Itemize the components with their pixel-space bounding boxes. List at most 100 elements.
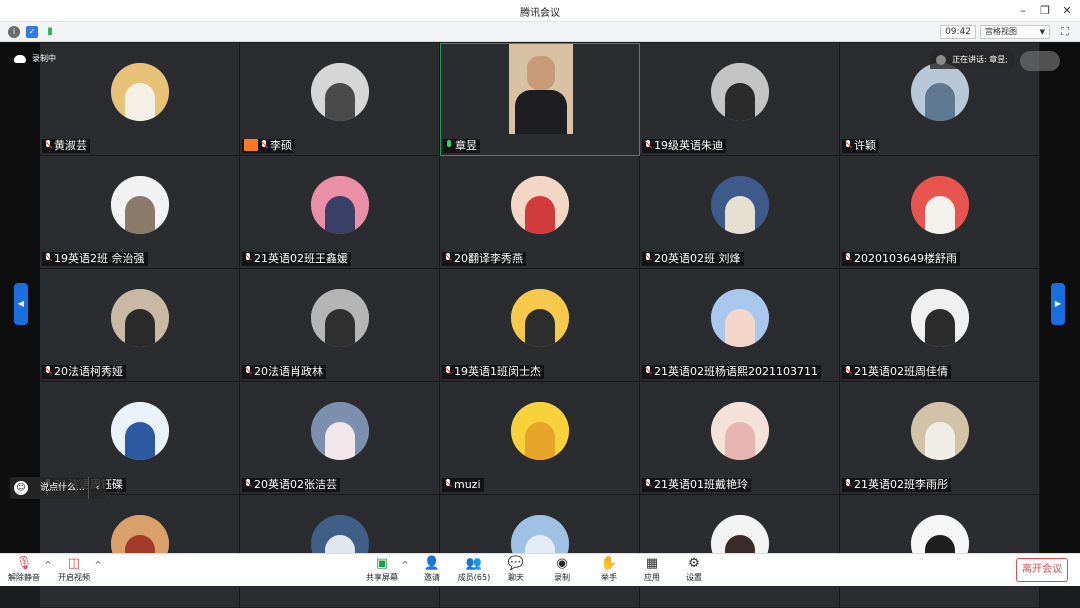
bottom-control-bar: 🎙 解除静音 ^ ◫ 开启视频 ^ ▣ 共享屏幕 ^ 👤 邀请 👥 成员(65)… (0, 553, 1080, 586)
participant-tile[interactable]: 19英语2班 佘治强 (40, 156, 240, 269)
participant-tile[interactable]: 20法语柯秀娅 (40, 269, 240, 382)
mic-muted-icon (444, 479, 452, 489)
participant-tile[interactable] (40, 495, 240, 608)
next-page-button[interactable]: ▶ (1051, 283, 1065, 325)
shield-icon[interactable]: ✓ (26, 26, 38, 38)
participant-avatar (711, 289, 769, 347)
mic-muted-icon (260, 140, 268, 150)
raise-hand-button[interactable]: ✋ 举手 (589, 556, 629, 586)
leave-meeting-button[interactable]: 离开会议 (1016, 558, 1068, 582)
share-screen-icon: ▣ (375, 556, 389, 571)
camera-off-icon: ◫ (67, 556, 81, 571)
participant-tile[interactable]: 黄淑芸 (40, 43, 240, 156)
participant-tile[interactable]: 20翻译李秀燕 (440, 156, 640, 269)
hand-icon: ✋ (600, 556, 618, 571)
participant-avatar (711, 402, 769, 460)
participant-nametag: muzi (442, 478, 484, 492)
invite-label: 邀请 (424, 573, 440, 582)
audio-options-chevron-icon[interactable]: ^ (43, 560, 53, 569)
participant-avatar (711, 63, 769, 121)
participant-nametag: 20英语02张洁芸 (242, 478, 340, 492)
participant-avatar (511, 289, 569, 347)
raise-hand-label: 举手 (601, 573, 617, 582)
participant-name: 21英语02班李雨彤 (854, 478, 948, 491)
apps-button[interactable]: ▦ 应用 (632, 556, 672, 586)
participant-tile[interactable]: 21英语01班戴艳玲 (640, 382, 840, 495)
share-options-chevron-icon[interactable]: ^ (400, 560, 410, 569)
record-button[interactable]: ◉ 录制 (542, 556, 582, 586)
video-options-chevron-icon[interactable]: ^ (93, 560, 103, 569)
mic-muted-icon (644, 140, 652, 150)
participant-name: 19英语2班 佘治强 (54, 252, 145, 265)
participant-nametag: 20翻译李秀燕 (442, 252, 526, 266)
chat-placeholder: 说点什么... (40, 483, 85, 493)
participant-avatar (111, 63, 169, 121)
participant-avatar (911, 63, 969, 121)
participant-tile[interactable]: 章昱 (440, 43, 640, 156)
participant-name: 21英语02班周佳倩 (854, 365, 948, 378)
participant-avatar (511, 176, 569, 234)
participant-avatar (311, 63, 369, 121)
participant-tile[interactable]: 21英语02班杨语熙2021103711 (640, 269, 840, 382)
start-video-button[interactable]: ◫ 开启视频 (54, 556, 94, 586)
mic-muted-icon (844, 253, 852, 263)
participant-tile[interactable]: 19英语1班闵士杰 (440, 269, 640, 382)
meeting-toolbar: i ✓ ▮ 09:42 宫格视图 ▼ ⛶ (0, 22, 1080, 42)
unmute-button[interactable]: 🎙 解除静音 (4, 556, 44, 586)
participant-tile[interactable] (440, 495, 640, 608)
participant-nametag: 21英语01班戴艳玲 (642, 478, 751, 492)
participant-nametag: 2020103649楼舒雨 (842, 252, 960, 266)
speaking-label: 正在讲话: 章昱; (952, 55, 1008, 64)
speaking-indicator: 正在讲话: 章昱; (930, 51, 1014, 69)
participant-nametag: 19英语2班 佘治强 (42, 252, 148, 266)
participant-tile[interactable]: 2020103649楼舒雨 (840, 156, 1040, 269)
members-icon: 👥 (465, 556, 483, 571)
mic-muted-icon (644, 366, 652, 376)
participant-tile[interactable]: 20法语肖政林 (240, 269, 440, 382)
window-title: 腾讯会议 (520, 8, 560, 19)
participant-avatar (311, 402, 369, 460)
participant-tile[interactable]: 20英语02班 刘烽 (640, 156, 840, 269)
info-icon[interactable]: i (8, 26, 20, 38)
chat-button[interactable]: 💬 聊天 (496, 556, 536, 586)
minimize-icon[interactable]: – (1014, 2, 1032, 20)
fullscreen-icon[interactable]: ⛶ (1058, 25, 1072, 39)
participant-name: 19英语1班闵士杰 (454, 365, 541, 378)
mic-muted-icon (244, 253, 252, 263)
participant-tile[interactable]: 19级英语朱迪 (640, 43, 840, 156)
mic-muted-icon (844, 140, 852, 150)
participant-tile[interactable]: 20英语02张洁芸 (240, 382, 440, 495)
invite-button[interactable]: 👤 邀请 (412, 556, 452, 586)
participant-avatar (911, 402, 969, 460)
participant-tile[interactable]: 李硕 (240, 43, 440, 156)
settings-label: 设置 (686, 573, 702, 582)
close-icon[interactable]: ✕ (1058, 2, 1076, 20)
view-switch-button[interactable]: 宫格视图 ▼ (980, 25, 1050, 39)
prev-page-button[interactable]: ◀ (14, 283, 28, 325)
participant-name: 19级英语朱迪 (654, 139, 723, 152)
signal-icon[interactable]: ▮ (44, 26, 56, 38)
share-screen-button[interactable]: ▣ 共享屏幕 (362, 556, 402, 586)
participant-tile[interactable] (840, 495, 1040, 608)
participant-tile[interactable]: 21英语02班王鑫媛 (240, 156, 440, 269)
participant-nametag: 19英语1班闵士杰 (442, 365, 544, 379)
participant-tile[interactable] (640, 495, 840, 608)
participant-name: 21英语02班杨语熙2021103711 (654, 365, 818, 378)
participant-tile[interactable] (240, 495, 440, 608)
maximize-icon[interactable]: ❐ (1036, 2, 1054, 20)
members-button[interactable]: 👥 成员(65) (454, 556, 494, 586)
participant-name: 20法语肖政林 (254, 365, 323, 378)
participant-nametag: 20法语柯秀娅 (42, 365, 126, 379)
participant-tile[interactable]: muzi (440, 382, 640, 495)
settings-button[interactable]: ⚙ 设置 (674, 556, 714, 586)
participant-avatar (311, 289, 369, 347)
participant-tile[interactable]: 21英语02班周佳倩 (840, 269, 1040, 382)
quick-chat-input[interactable]: ☺ 说点什么... ‹ (10, 477, 106, 499)
collapse-chat-icon[interactable]: ‹ (88, 477, 106, 499)
participant-avatar (111, 289, 169, 347)
participant-tile[interactable]: 21英语02班李雨彤 (840, 382, 1040, 495)
share-screen-label: 共享屏幕 (366, 573, 398, 582)
emoji-icon[interactable]: ☺ (14, 481, 28, 495)
participant-nametag: 19级英语朱迪 (642, 139, 726, 153)
participant-nametag: 许颖 (842, 139, 879, 153)
